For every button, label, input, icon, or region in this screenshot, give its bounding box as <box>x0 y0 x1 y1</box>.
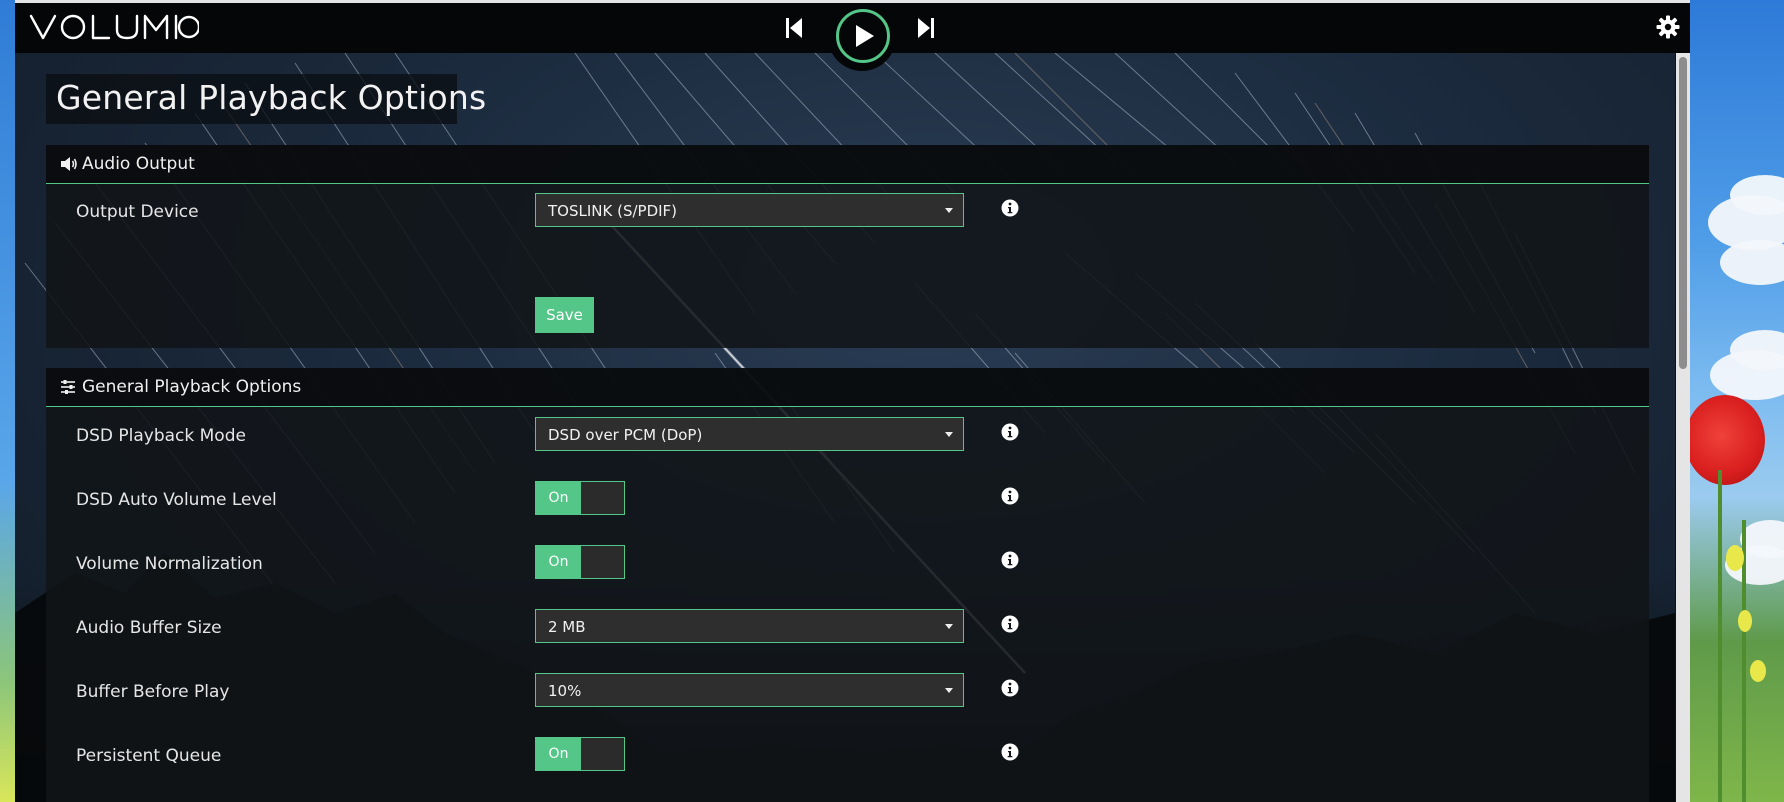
gear-icon <box>1656 15 1680 39</box>
save-row: Save <box>46 297 1649 337</box>
desktop-background-left <box>0 0 15 802</box>
skip-previous-icon <box>786 18 802 38</box>
playback-options-section: General Playback Options DSD Playback Mo… <box>46 368 1649 802</box>
desktop-background-right <box>1690 0 1784 802</box>
info-icon[interactable] <box>1001 743 1019 761</box>
info-icon[interactable] <box>1001 679 1019 697</box>
buffer-before-play-row: Buffer Before Play 10% <box>46 673 1649 722</box>
skip-next-button[interactable] <box>914 16 936 40</box>
info-icon[interactable] <box>1001 487 1019 505</box>
volumio-logo[interactable] <box>29 13 199 41</box>
buffer-size-value: 2 MB <box>548 618 586 636</box>
section-title: Audio Output <box>82 154 195 174</box>
play-button[interactable] <box>836 9 890 63</box>
persistent-queue-label: Persistent Queue <box>76 746 222 766</box>
browser-window: General Playback Options Audio Output Ou… <box>15 0 1690 802</box>
toggle-on-label: On <box>536 546 581 578</box>
section-title: General Playback Options <box>82 377 302 397</box>
caret-down-icon <box>945 208 953 213</box>
vertical-scrollbar[interactable] <box>1676 53 1690 802</box>
output-device-select[interactable]: TOSLINK (S/PDIF) <box>535 193 964 227</box>
audio-output-header: Audio Output <box>46 145 1649 184</box>
info-icon[interactable] <box>1001 551 1019 569</box>
dsd-mode-select[interactable]: DSD over PCM (DoP) <box>535 417 964 451</box>
play-icon <box>856 25 874 47</box>
audio-output-section: Audio Output Output Device TOSLINK (S/PD… <box>46 145 1649 348</box>
info-icon[interactable] <box>1001 423 1019 441</box>
playback-options-header: General Playback Options <box>46 368 1649 407</box>
output-device-value: TOSLINK (S/PDIF) <box>548 202 678 220</box>
buffer-size-label: Audio Buffer Size <box>76 618 222 638</box>
persistent-queue-row: Persistent Queue On <box>46 737 1649 786</box>
caret-down-icon <box>945 432 953 437</box>
caret-down-icon <box>945 688 953 693</box>
page-title: General Playback Options <box>56 78 487 117</box>
buffer-before-play-value: 10% <box>548 682 582 700</box>
output-device-label: Output Device <box>76 202 199 222</box>
save-button[interactable]: Save <box>535 297 594 333</box>
info-icon[interactable] <box>1001 199 1019 217</box>
buffer-before-play-label: Buffer Before Play <box>76 682 230 702</box>
skip-previous-button[interactable] <box>784 16 806 40</box>
volume-normalization-label: Volume Normalization <box>76 554 263 574</box>
speaker-icon <box>60 156 78 176</box>
sliders-icon <box>60 379 76 399</box>
volume-normalization-toggle[interactable]: On <box>535 545 625 579</box>
buffer-size-row: Audio Buffer Size 2 MB <box>46 609 1649 658</box>
dsd-auto-volume-label: DSD Auto Volume Level <box>76 490 277 510</box>
info-icon[interactable] <box>1001 615 1019 633</box>
play-button-wrapper <box>828 3 896 71</box>
persistent-queue-toggle[interactable]: On <box>535 737 625 771</box>
dsd-mode-row: DSD Playback Mode DSD over PCM (DoP) <box>46 417 1649 466</box>
volume-normalization-row: Volume Normalization On <box>46 545 1649 594</box>
dsd-auto-volume-row: DSD Auto Volume Level On <box>46 481 1649 530</box>
settings-button[interactable] <box>1656 15 1680 39</box>
page-title-box: General Playback Options <box>46 74 486 124</box>
buffer-before-play-select[interactable]: 10% <box>535 673 964 707</box>
caret-down-icon <box>945 624 953 629</box>
dsd-mode-value: DSD over PCM (DoP) <box>548 426 703 444</box>
toggle-on-label: On <box>536 482 581 514</box>
scrollbar-thumb[interactable] <box>1679 57 1687 369</box>
toggle-on-label: On <box>536 738 581 770</box>
output-device-row: Output Device TOSLINK (S/PDIF) <box>46 193 1649 242</box>
dsd-auto-volume-toggle[interactable]: On <box>535 481 625 515</box>
dsd-mode-label: DSD Playback Mode <box>76 426 246 446</box>
buffer-size-select[interactable]: 2 MB <box>535 609 964 643</box>
skip-next-icon <box>918 18 934 38</box>
